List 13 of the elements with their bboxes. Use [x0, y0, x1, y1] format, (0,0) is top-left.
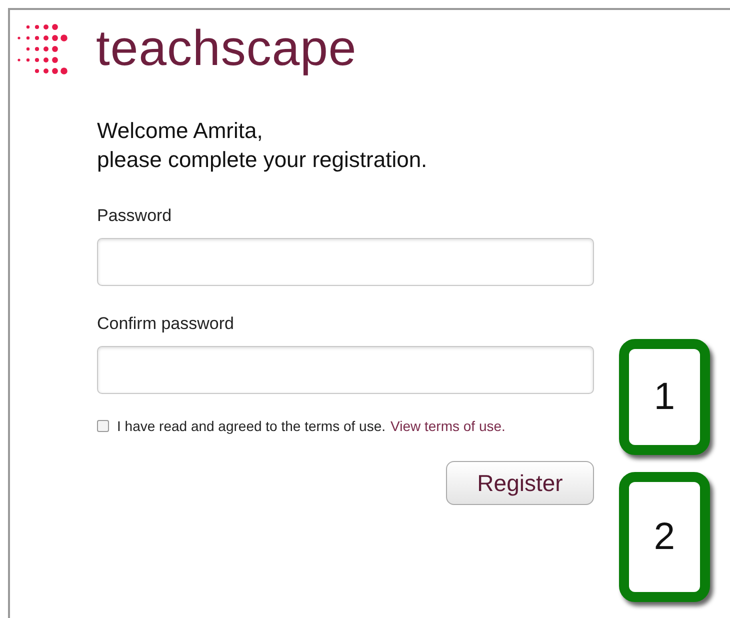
terms-checkbox[interactable] — [97, 420, 109, 432]
field-label: Password — [97, 206, 173, 226]
welcome-text: please complete your registration. — [97, 146, 428, 174]
callout-number: 1 — [619, 339, 710, 455]
terms-text: I have read and agreed to the terms of use. — [117, 418, 386, 434]
password-field[interactable] — [97, 238, 594, 286]
field-label: Confirm password — [97, 314, 235, 334]
register-button[interactable]: Register — [446, 461, 594, 505]
logo-text: teachscape — [96, 20, 357, 76]
welcome-text: Welcome Amrita, — [97, 117, 264, 145]
password-field[interactable] — [97, 346, 594, 394]
callout-number: 2 — [619, 472, 710, 602]
terms-link[interactable]: View terms of use. — [390, 418, 506, 434]
